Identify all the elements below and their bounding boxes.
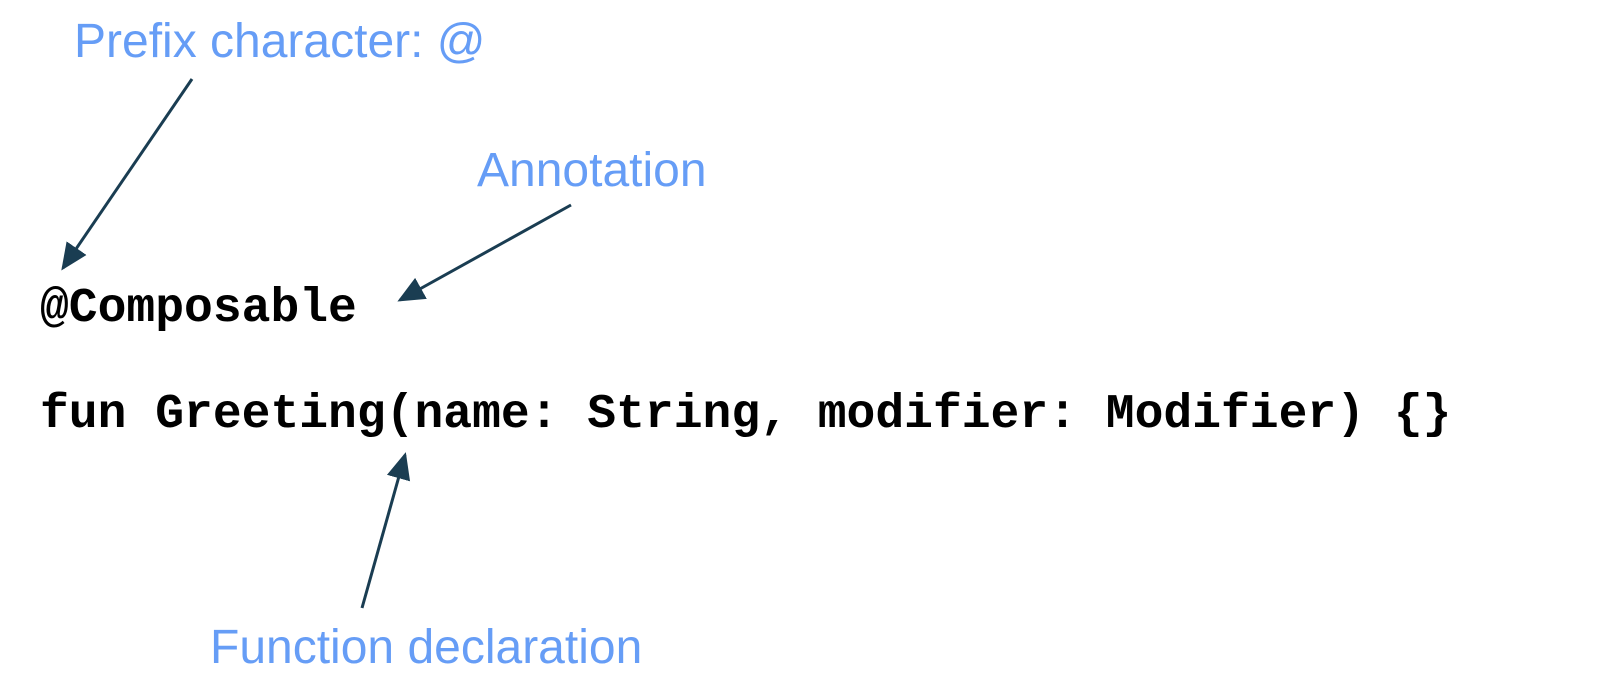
code-line-annotation: @Composable	[40, 282, 357, 336]
prefix-arrow	[63, 79, 192, 268]
function-declaration-arrow	[362, 455, 405, 608]
arrows-svg	[0, 0, 1600, 679]
prefix-label: Prefix character: @	[74, 14, 486, 69]
annotation-arrow	[400, 205, 571, 300]
code-line-function: fun Greeting(name: String, modifier: Mod…	[40, 388, 1451, 442]
annotation-label: Annotation	[477, 143, 707, 198]
function-declaration-label: Function declaration	[210, 620, 642, 675]
